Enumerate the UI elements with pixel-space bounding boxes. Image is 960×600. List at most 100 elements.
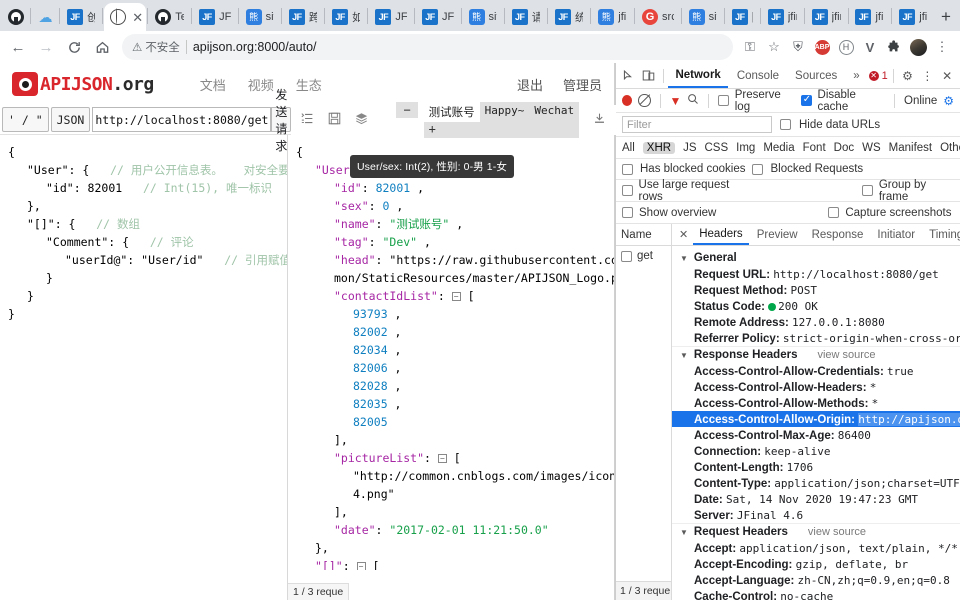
back-button[interactable]: ← <box>4 33 32 61</box>
header-row[interactable]: Accept: application/json, text/plain, */… <box>672 540 960 556</box>
account-tab-happy[interactable]: Happy~ <box>480 102 530 122</box>
response-editor-pane[interactable]: {"User": − {"id": 82001 ,"sex": 0 ,"name… <box>288 135 614 600</box>
has-blocked-cookies-checkbox[interactable] <box>622 163 633 175</box>
remove-account-button[interactable]: − <box>396 102 418 118</box>
v-extension-icon[interactable]: V <box>859 36 881 58</box>
disable-cache-label[interactable]: Disable cache <box>818 89 886 113</box>
list-indent-icon[interactable] <box>301 112 314 128</box>
header-row[interactable]: Access-Control-Allow-Methods: * <box>672 395 960 411</box>
fold-toggle-icon[interactable]: − <box>356 562 366 570</box>
avatar[interactable] <box>909 38 927 56</box>
header-row[interactable]: Accept-Encoding: gzip, deflate, br <box>672 556 960 572</box>
browser-tab-16[interactable]: sit <box>683 3 723 31</box>
kebab-icon[interactable]: ⋮ <box>918 66 936 86</box>
detail-tab-response[interactable]: Response <box>806 224 870 245</box>
tab-console[interactable]: Console <box>730 64 786 88</box>
fold-toggle-icon[interactable]: − <box>437 454 447 463</box>
response-json-code[interactable]: {"User": − {"id": 82001 ,"sex": 0 ,"name… <box>288 135 614 570</box>
fold-toggle-icon[interactable]: − <box>451 292 461 301</box>
more-tabs-chevron-icon[interactable]: » <box>846 64 866 88</box>
preserve-log-label[interactable]: Preserve log <box>735 89 795 113</box>
preserve-log-checkbox[interactable] <box>718 95 729 106</box>
browser-tab-17[interactable]: JF [ <box>726 3 759 31</box>
header-row[interactable]: Status Code: 200 OK <box>672 298 960 314</box>
account-tab-test[interactable]: 测试账号 <box>423 102 480 122</box>
headers-section-title[interactable]: ▼ General <box>672 250 960 266</box>
use-large-request-rows-checkbox[interactable] <box>622 185 633 196</box>
type-filter-ws[interactable]: WS <box>862 142 881 154</box>
gear-icon[interactable]: ⚙ <box>899 66 917 86</box>
header-row[interactable]: Request Method: POST <box>672 282 960 298</box>
header-row[interactable]: Remote Address: 127.0.0.1:8080 <box>672 314 960 330</box>
search-icon[interactable] <box>687 93 699 108</box>
show-overview-checkbox[interactable] <box>622 207 633 218</box>
download-icon[interactable] <box>593 112 606 128</box>
header-row[interactable]: Request URL: http://localhost:8080/get <box>672 266 960 282</box>
header-row[interactable]: Accept-Language: zh-CN,zh;q=0.9,en;q=0.8 <box>672 572 960 588</box>
request-url-input[interactable]: http://localhost:8080/get <box>92 107 272 132</box>
browser-tab-8[interactable]: JF 如 <box>326 3 366 31</box>
type-filter-img[interactable]: Img <box>736 142 755 154</box>
type-filter-manifest[interactable]: Manifest <box>889 142 932 154</box>
browser-tab-21[interactable]: JFjfir <box>893 3 934 31</box>
header-row[interactable]: Access-Control-Max-Age: 86400 <box>672 427 960 443</box>
type-filter-js[interactable]: JS <box>683 142 696 154</box>
header-row[interactable]: Date: Sat, 14 Nov 2020 19:47:23 GMT <box>672 491 960 507</box>
save-icon[interactable] <box>328 112 341 128</box>
has-blocked-cookies-label[interactable]: Has blocked cookies <box>640 163 745 175</box>
admin-link[interactable]: 管理员 <box>563 75 602 94</box>
header-row[interactable]: Referrer Policy: strict-origin-when-cros… <box>672 330 960 346</box>
header-row[interactable]: Cache-Control: no-cache <box>672 588 960 600</box>
close-tab-icon[interactable]: ✕ <box>132 11 143 24</box>
security-indicator[interactable]: ⚠ 不安全 <box>132 39 180 55</box>
adblock-plus-icon[interactable]: ABP <box>814 39 830 55</box>
browser-tab-13[interactable]: JF 统 <box>549 3 589 31</box>
browser-tab-18[interactable]: JFjfir <box>762 3 803 31</box>
request-json-code[interactable]: {"User": { // 用户公开信息表。 对安全要求高"id": 82001… <box>0 135 287 570</box>
error-count-badge[interactable]: ✕ 1 <box>868 70 888 82</box>
detail-tab-initiator[interactable]: Initiator <box>871 224 921 245</box>
request-editor-pane[interactable]: {"User": { // 用户公开信息表。 对安全要求高"id": 82001… <box>0 135 288 600</box>
caret-down-icon[interactable]: ▼ <box>680 351 688 360</box>
format-json-button[interactable]: JSON <box>50 107 91 132</box>
account-tab-wechat[interactable]: Wechat <box>529 102 579 122</box>
browser-tab-10[interactable]: JFJFi <box>416 3 460 31</box>
type-filter-all[interactable]: All <box>622 142 635 154</box>
tab-network[interactable]: Network <box>668 64 728 88</box>
clear-icon[interactable] <box>638 94 651 107</box>
view-source-link[interactable]: view source <box>817 349 875 361</box>
show-overview-label[interactable]: Show overview <box>639 207 716 219</box>
detail-tab-headers[interactable]: Headers <box>693 224 749 245</box>
nav-link-docs[interactable]: 文档 <box>200 75 226 94</box>
h-extension-icon[interactable]: H <box>838 39 854 55</box>
nav-link-video[interactable]: 视频 <box>248 75 274 94</box>
address-bar[interactable]: ⚠ 不安全 apijson.org:8000/auto/ <box>122 34 733 60</box>
browser-tab-19[interactable]: JFjfir <box>806 3 847 31</box>
close-icon[interactable]: ✕ <box>938 66 956 86</box>
name-column-header[interactable]: Name <box>616 224 671 246</box>
use-large-request-rows-label[interactable]: Use large request rows <box>639 179 751 203</box>
device-toolbar-icon[interactable] <box>640 66 658 86</box>
apijson-logo[interactable]: APIJSON.org <box>12 72 154 96</box>
detail-close-icon[interactable]: ✕ <box>676 228 691 241</box>
header-row[interactable]: Server: JFinal 4.6 <box>672 507 960 523</box>
type-filter-media[interactable]: Media <box>763 142 794 154</box>
resource-type-filters[interactable]: All XHR JS CSS Img Media Font Doc WS Manifest Othe… <box>616 137 960 159</box>
disable-cache-checkbox[interactable] <box>801 94 812 106</box>
browser-tab-active[interactable]: ✕ <box>104 3 147 31</box>
request-checkbox[interactable] <box>621 250 632 262</box>
browser-tab-1[interactable]: ☁ <box>32 3 59 31</box>
header-row[interactable]: Access-Control-Allow-Origin: http://apij… <box>672 411 960 427</box>
detail-tab-timing[interactable]: Timing <box>923 224 960 245</box>
headers-section-title[interactable]: ▼ Response Headers view source <box>672 346 960 363</box>
type-filter-font[interactable]: Font <box>803 142 826 154</box>
password-key-icon[interactable]: ⚿ <box>739 36 761 58</box>
caret-down-icon[interactable]: ▼ <box>680 528 688 537</box>
record-icon[interactable] <box>622 95 633 106</box>
quote-toggle-button[interactable]: ' / " <box>2 107 49 132</box>
group-by-frame-label[interactable]: Group by frame <box>879 179 954 203</box>
throttling-select[interactable]: Online <box>904 95 937 107</box>
caret-down-icon[interactable]: ▼ <box>680 254 688 263</box>
browser-tab-7[interactable]: JF 跨 <box>283 3 323 31</box>
new-tab-button[interactable]: + <box>934 3 958 31</box>
